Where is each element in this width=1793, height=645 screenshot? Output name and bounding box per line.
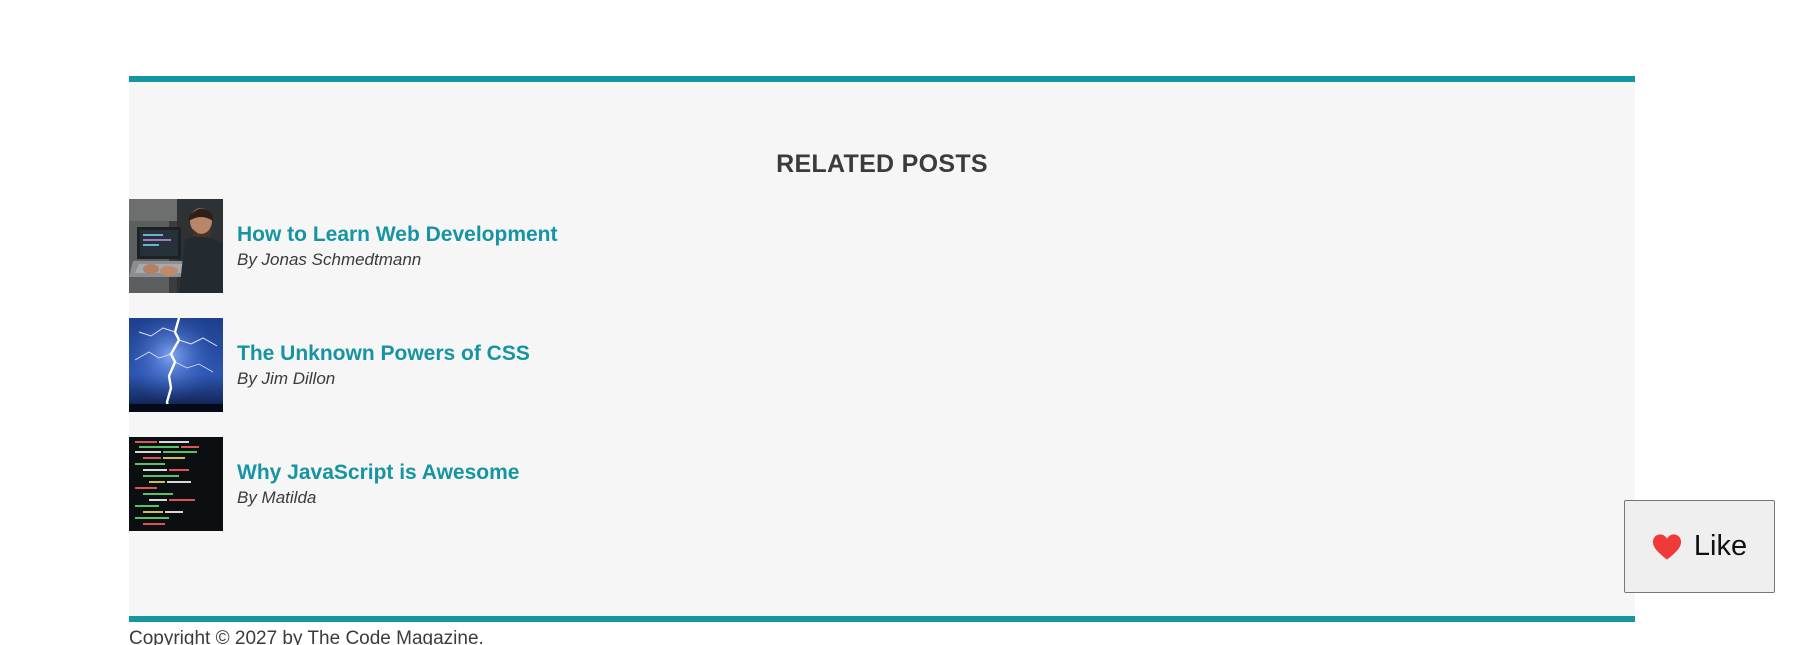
post-thumbnail-image[interactable] [129,437,223,531]
post-author: By Jim Dillon [237,368,336,388]
like-label: Like [1693,530,1748,562]
post-author: By Matilda [237,487,317,507]
related-post-item[interactable]: Why JavaScript is Awesome By Matilda [129,437,519,531]
post-text: Why JavaScript is Awesome By Matilda [237,459,519,510]
page: RELATED POSTS How to Learn Web Developme… [0,0,1793,645]
post-title-link[interactable]: How to Learn Web Development [237,221,558,248]
post-title-link[interactable]: The Unknown Powers of CSS [237,340,530,367]
related-post-item[interactable]: The Unknown Powers of CSS By Jim Dillon [129,318,530,412]
post-author: By Jonas Schmedtmann [237,249,422,269]
post-title-link[interactable]: Why JavaScript is Awesome [237,459,519,486]
post-text: How to Learn Web Development By Jonas Sc… [237,221,558,272]
related-posts-section: RELATED POSTS How to Learn Web Developme… [129,76,1635,622]
related-post-item[interactable]: How to Learn Web Development By Jonas Sc… [129,199,558,293]
related-posts-heading: RELATED POSTS [776,150,988,178]
like-button[interactable]: Like [1624,500,1775,593]
heart-icon [1652,533,1681,560]
copyright-text: Copyright © 2027 by The Code Magazine. [129,628,484,645]
post-thumbnail-image[interactable] [129,318,223,412]
post-thumbnail-image[interactable] [129,199,223,293]
post-text: The Unknown Powers of CSS By Jim Dillon [237,340,530,391]
